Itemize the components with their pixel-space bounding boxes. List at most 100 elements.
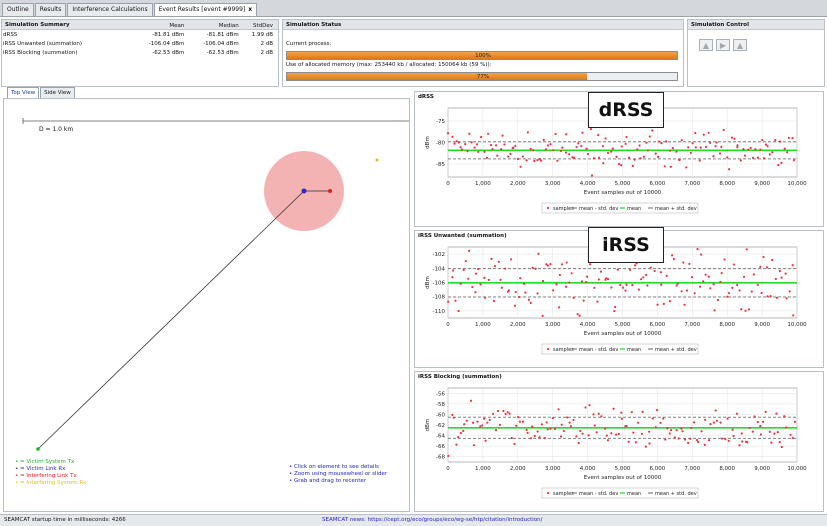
sample-point bbox=[575, 435, 578, 438]
sample-point bbox=[586, 275, 589, 278]
sample-point bbox=[691, 142, 694, 145]
sample-point bbox=[560, 423, 563, 426]
close-icon[interactable]: x bbox=[248, 6, 252, 13]
sample-point bbox=[601, 145, 605, 148]
sample-point bbox=[597, 412, 600, 415]
sample-point bbox=[768, 430, 771, 433]
sample-point bbox=[749, 146, 752, 150]
sample-point bbox=[680, 427, 683, 430]
tab-results[interactable]: Results bbox=[34, 3, 67, 16]
summary-row-irss-blocking[interactable]: iRSS Blocking (summation) -62.53 dBm -62… bbox=[3, 49, 273, 58]
victim-system-tx-marker[interactable] bbox=[36, 447, 40, 451]
stop-button[interactable]: ▲ bbox=[733, 39, 747, 51]
sample-point bbox=[475, 143, 479, 146]
sample-point bbox=[740, 432, 743, 435]
sample-point bbox=[660, 142, 663, 145]
sample-point bbox=[552, 149, 555, 152]
sample-point bbox=[720, 271, 723, 275]
sample-point bbox=[516, 157, 519, 161]
play-button[interactable]: ▶ bbox=[716, 39, 730, 51]
sample-point bbox=[742, 275, 746, 278]
sample-point bbox=[687, 441, 690, 445]
sample-point bbox=[472, 444, 476, 447]
sample-point bbox=[610, 150, 613, 153]
sample-point bbox=[786, 151, 789, 154]
sample-point bbox=[537, 252, 540, 255]
y-tick-label: -75 bbox=[436, 119, 445, 125]
map-legend: • = Victim System Tx • = Victim Link Rx … bbox=[15, 459, 86, 487]
sample-point bbox=[522, 282, 526, 285]
sample-point bbox=[712, 421, 716, 424]
sample-point bbox=[558, 306, 561, 309]
sample-point bbox=[709, 423, 712, 426]
run-button[interactable]: ▲ bbox=[699, 39, 713, 51]
tab-outline[interactable]: Outline bbox=[2, 3, 34, 16]
sample-point bbox=[655, 408, 659, 412]
sample-point bbox=[457, 141, 461, 144]
interfering-system-rx-marker[interactable] bbox=[375, 158, 379, 162]
summary-row-irss-unwanted[interactable]: iRSS Unwanted (summation) -106.04 dBm -1… bbox=[3, 40, 273, 49]
sample-point bbox=[693, 292, 696, 295]
sample-point bbox=[502, 409, 505, 413]
sample-point bbox=[546, 428, 549, 431]
victim-link-rx-marker[interactable] bbox=[301, 188, 307, 194]
sample-point bbox=[529, 301, 532, 304]
sample-point bbox=[521, 420, 525, 423]
top-view-map[interactable] bbox=[3, 98, 410, 512]
news-link[interactable]: SEAMCAT news: https://cept.org/eco/group… bbox=[322, 515, 543, 526]
sample-point bbox=[619, 283, 622, 287]
chart-irss-blocking[interactable]: 0 1,000 2,000 3,000 4,000 5,000 6,000 7,000 8,00… bbox=[415, 372, 823, 511]
sample-point bbox=[467, 249, 471, 252]
sample-point bbox=[642, 155, 646, 158]
sample-point bbox=[630, 411, 633, 414]
sample-point bbox=[774, 277, 777, 281]
sample-point bbox=[529, 437, 533, 440]
sample-point bbox=[680, 139, 683, 142]
sample-point bbox=[533, 159, 536, 163]
sample-point bbox=[668, 432, 671, 435]
summary-row-median: -81.81 dBm bbox=[206, 32, 239, 38]
tab-event-results[interactable]: Event Results [event #9999] x bbox=[153, 3, 258, 16]
interfering-link-tx-marker[interactable] bbox=[328, 189, 332, 193]
sample-point bbox=[634, 441, 637, 444]
sample-point bbox=[536, 292, 539, 295]
sample-point bbox=[533, 434, 536, 438]
hint-label: Zoom using mousewheel or slider bbox=[294, 471, 388, 477]
sample-point bbox=[498, 423, 501, 426]
summary-row-drss[interactable]: dRSS -81.81 dBm -81.81 dBm 1.99 dB bbox=[3, 31, 273, 40]
sample-point bbox=[625, 283, 628, 286]
sample-point bbox=[532, 149, 535, 152]
tab-top-view[interactable]: Top View bbox=[7, 87, 40, 98]
x-tick-label: 8,000 bbox=[719, 466, 735, 472]
summary-row-name: iRSS Blocking (summation) bbox=[3, 50, 78, 56]
sample-point bbox=[617, 162, 621, 166]
sample-point bbox=[524, 291, 527, 294]
top-view-canvas[interactable] bbox=[4, 99, 411, 513]
sample-point bbox=[766, 145, 769, 148]
sample-point bbox=[616, 268, 619, 271]
sample-point bbox=[624, 289, 627, 292]
sample-point bbox=[565, 133, 568, 136]
sample-point bbox=[585, 147, 588, 150]
sample-point bbox=[525, 428, 528, 431]
x-tick-label: 1,000 bbox=[475, 181, 491, 187]
sample-point bbox=[696, 248, 699, 251]
sample-point bbox=[580, 280, 584, 283]
sample-point bbox=[689, 151, 692, 154]
sample-point bbox=[759, 424, 762, 428]
sample-point bbox=[731, 428, 734, 431]
sample-point bbox=[762, 157, 766, 160]
sample-point bbox=[657, 140, 660, 143]
sample-point bbox=[791, 137, 794, 140]
sample-point bbox=[610, 286, 613, 289]
sample-point bbox=[640, 432, 643, 435]
current-process-label: Current process: bbox=[286, 41, 332, 47]
y-tick-label: -66 bbox=[436, 444, 445, 450]
sample-point bbox=[509, 258, 513, 261]
sample-point bbox=[657, 155, 660, 158]
tab-interference-calculations[interactable]: Interference Calculations bbox=[67, 3, 153, 16]
y-axis-label: dBm bbox=[425, 276, 431, 289]
tab-side-view[interactable]: Side View bbox=[40, 87, 75, 98]
sample-point bbox=[508, 412, 511, 415]
sample-point bbox=[611, 147, 614, 150]
